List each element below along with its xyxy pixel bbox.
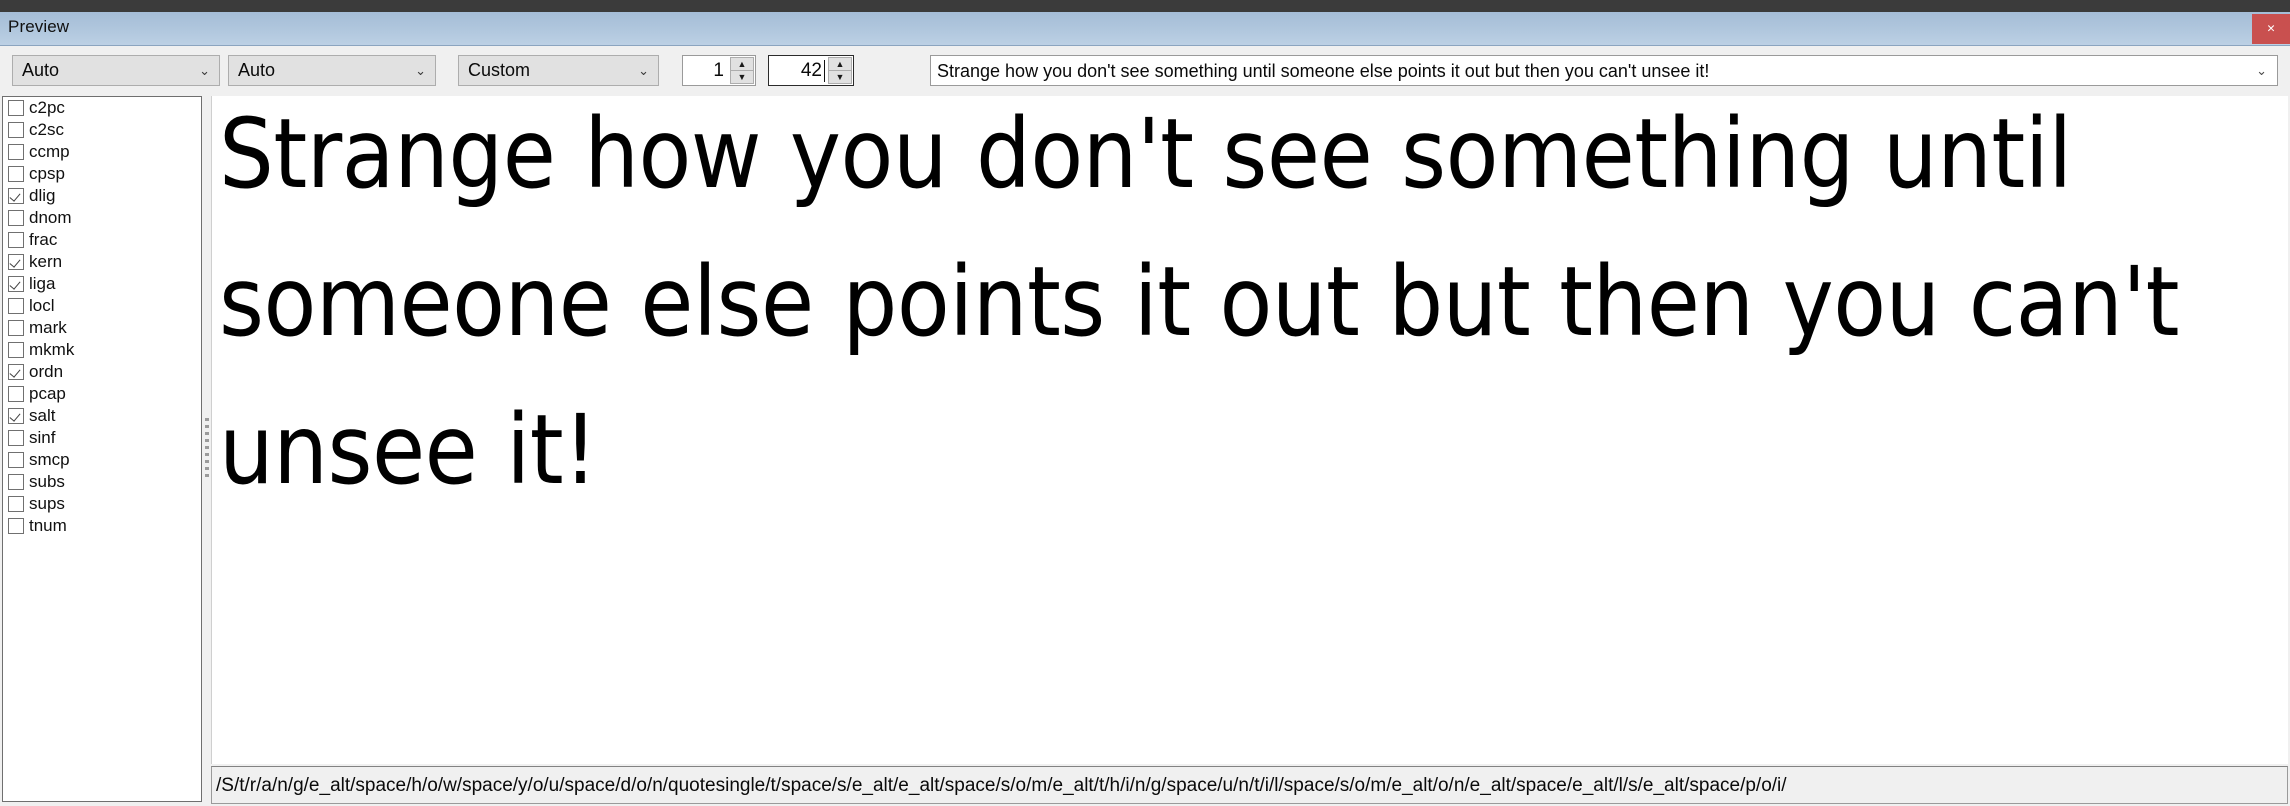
- feature-label: mkmk: [29, 340, 75, 359]
- feature-label: cpsp: [29, 164, 65, 183]
- feature-label: dnom: [29, 208, 72, 227]
- script-select-value: Auto: [22, 60, 60, 80]
- glyph-name-path: /S/t/r/a/n/g/e_alt/space/h/o/w/space/y/o…: [216, 775, 1787, 796]
- feature-item[interactable]: tnum: [3, 515, 201, 537]
- checkbox-icon[interactable]: [8, 452, 24, 468]
- feature-label: subs: [29, 472, 65, 491]
- feature-label: salt: [29, 406, 56, 425]
- feature-item[interactable]: ccmp: [3, 141, 201, 163]
- checkbox-icon[interactable]: [8, 386, 24, 402]
- feature-item[interactable]: c2pc: [3, 97, 201, 119]
- feature-label: frac: [29, 230, 58, 249]
- feature-item[interactable]: sups: [3, 493, 201, 515]
- close-icon[interactable]: ✕: [2252, 14, 2290, 44]
- feature-label: kern: [29, 252, 63, 271]
- instance-spinner[interactable]: 1 ▲ ▼: [682, 55, 756, 86]
- spinner-down-icon[interactable]: ▼: [730, 70, 754, 84]
- feature-label: sups: [29, 494, 65, 513]
- feature-label: smcp: [29, 450, 70, 469]
- splitter-grip-icon[interactable]: [205, 418, 209, 480]
- feature-item[interactable]: frac: [3, 229, 201, 251]
- chevron-down-icon: ⌄: [415, 63, 426, 78]
- checkbox-icon[interactable]: [8, 364, 24, 380]
- spinner-up-icon[interactable]: ▲: [828, 57, 852, 70]
- checkbox-icon[interactable]: [8, 430, 24, 446]
- sample-text-input[interactable]: Strange how you don't see something unti…: [937, 56, 2241, 85]
- feature-label: ccmp: [29, 142, 70, 161]
- chevron-down-icon[interactable]: ⌄: [2256, 56, 2267, 85]
- checkbox-icon[interactable]: [8, 320, 24, 336]
- feature-label: liga: [29, 274, 56, 293]
- preview-window: Preview ✕ Auto ⌄ Auto ⌄ Custom ⌄ 1 ▲ ▼ 4…: [0, 0, 2290, 806]
- checkbox-icon[interactable]: [8, 408, 24, 424]
- instance-spinner-value[interactable]: 1: [687, 56, 727, 85]
- preview-toolbar: Auto ⌄ Auto ⌄ Custom ⌄ 1 ▲ ▼ 42 ▲ ▼ Stra…: [0, 47, 2290, 90]
- feature-label: tnum: [29, 516, 67, 535]
- feature-label: ordn: [29, 362, 64, 381]
- checkbox-icon[interactable]: [8, 298, 24, 314]
- instance-spinner-buttons[interactable]: ▲ ▼: [730, 57, 754, 84]
- feature-label: locl: [29, 296, 55, 315]
- feature-item[interactable]: dnom: [3, 207, 201, 229]
- size-spinner-buttons[interactable]: ▲ ▼: [828, 57, 852, 84]
- feature-label: sinf: [29, 428, 56, 447]
- feature-item[interactable]: cpsp: [3, 163, 201, 185]
- feature-item[interactable]: subs: [3, 471, 201, 493]
- feature-item[interactable]: c2sc: [3, 119, 201, 141]
- checkbox-icon[interactable]: [8, 254, 24, 270]
- checkbox-icon[interactable]: [8, 122, 24, 138]
- feature-label: c2pc: [29, 98, 65, 117]
- checkbox-icon[interactable]: [8, 276, 24, 292]
- feature-item[interactable]: salt: [3, 405, 201, 427]
- feature-item[interactable]: locl: [3, 295, 201, 317]
- language-select[interactable]: Auto ⌄: [228, 55, 436, 86]
- feature-item[interactable]: pcap: [3, 383, 201, 405]
- chevron-down-icon: ⌄: [199, 63, 210, 78]
- feature-item[interactable]: liga: [3, 273, 201, 295]
- checkbox-icon[interactable]: [8, 210, 24, 226]
- checkbox-icon[interactable]: [8, 518, 24, 534]
- checkbox-icon[interactable]: [8, 496, 24, 512]
- checkbox-icon[interactable]: [8, 144, 24, 160]
- feature-label: c2sc: [29, 120, 64, 139]
- checkbox-icon[interactable]: [8, 342, 24, 358]
- feature-item[interactable]: smcp: [3, 449, 201, 471]
- chevron-down-icon: ⌄: [638, 63, 649, 78]
- mode-select[interactable]: Custom ⌄: [458, 55, 659, 86]
- checkbox-icon[interactable]: [8, 100, 24, 116]
- feature-item[interactable]: mkmk: [3, 339, 201, 361]
- mode-select-value: Custom: [468, 60, 531, 80]
- sample-text-combo[interactable]: Strange how you don't see something unti…: [930, 55, 2278, 86]
- feature-item[interactable]: sinf: [3, 427, 201, 449]
- spinner-up-icon[interactable]: ▲: [730, 57, 754, 70]
- feature-item[interactable]: ordn: [3, 361, 201, 383]
- size-spinner[interactable]: 42 ▲ ▼: [768, 55, 854, 86]
- language-select-value: Auto: [238, 60, 276, 80]
- feature-label: pcap: [29, 384, 66, 403]
- window-top-strip: [0, 0, 2290, 12]
- status-bar: /S/t/r/a/n/g/e_alt/space/h/o/w/space/y/o…: [211, 766, 2288, 804]
- feature-item[interactable]: mark: [3, 317, 201, 339]
- checkbox-icon[interactable]: [8, 232, 24, 248]
- checkbox-icon[interactable]: [8, 166, 24, 182]
- panel-splitter[interactable]: [203, 96, 211, 802]
- checkbox-icon[interactable]: [8, 474, 24, 490]
- size-spinner-value[interactable]: 42: [773, 56, 825, 85]
- feature-label: mark: [29, 318, 67, 337]
- window-titlebar: Preview ✕: [0, 12, 2290, 46]
- checkbox-icon[interactable]: [8, 188, 24, 204]
- preview-canvas[interactable]: Strange how you don't see something unti…: [211, 96, 2288, 764]
- script-select[interactable]: Auto ⌄: [12, 55, 220, 86]
- feature-list[interactable]: c2pc c2sc ccmp cpsp dlig dnom frac kern …: [2, 96, 202, 802]
- feature-label: dlig: [29, 186, 56, 205]
- window-title: Preview: [8, 17, 70, 36]
- preview-sample-text: Strange how you don't see something unti…: [219, 98, 2179, 506]
- spinner-down-icon[interactable]: ▼: [828, 70, 852, 84]
- feature-item[interactable]: dlig: [3, 185, 201, 207]
- feature-item[interactable]: kern: [3, 251, 201, 273]
